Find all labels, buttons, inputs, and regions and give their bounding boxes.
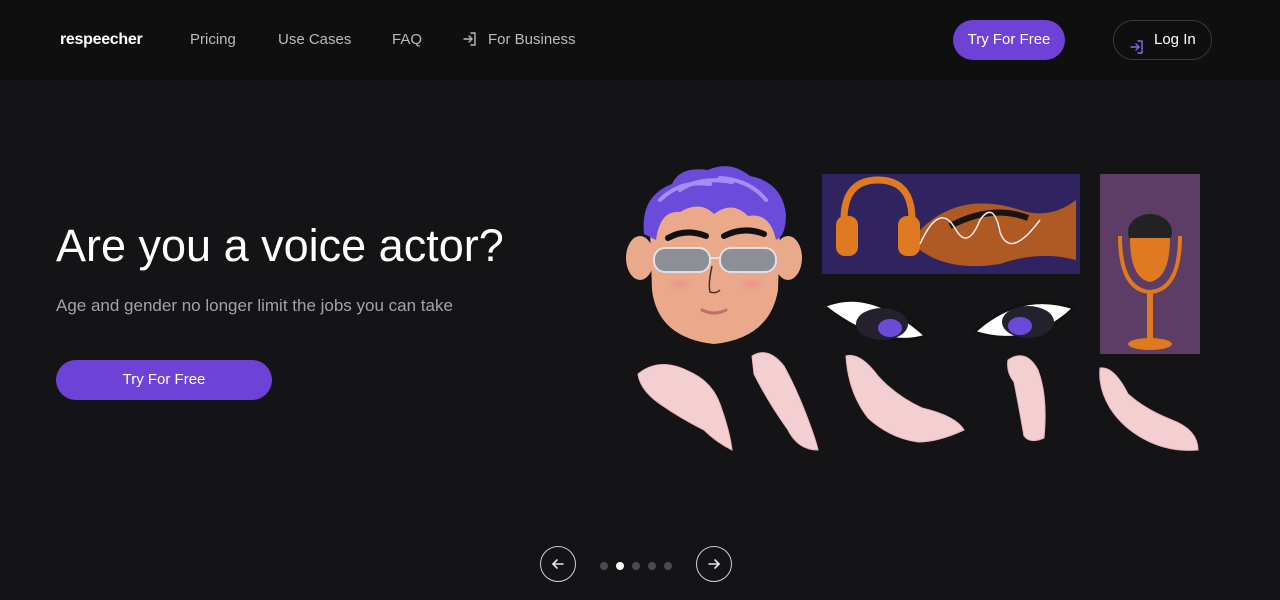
nav-item-use-cases[interactable]: Use Cases — [278, 30, 351, 50]
carousel-prev-button[interactable] — [540, 546, 576, 582]
hero-try-for-free-button[interactable]: Try For Free — [56, 360, 272, 400]
nav-item-label: Use Cases — [278, 31, 352, 48]
carousel-dot-active[interactable] — [616, 562, 624, 570]
eyes-illustration — [821, 298, 1077, 341]
nav-item-label: Pricing — [190, 31, 236, 48]
carousel-dot[interactable] — [648, 562, 656, 570]
nav-item-label: For Business — [488, 31, 576, 48]
carousel-next-button[interactable] — [696, 546, 732, 582]
arrow-right-icon — [708, 559, 720, 569]
header: respeecher Pricing Use Cases FAQ For Bus… — [0, 0, 1280, 80]
login-button[interactable]: Log In — [1113, 20, 1212, 60]
face-illustration — [626, 166, 802, 344]
hero-subtitle: Age and gender no longer limit the jobs … — [56, 296, 453, 315]
microphone-panel — [1100, 174, 1200, 354]
nav-item-pricing[interactable]: Pricing — [190, 30, 236, 50]
try-for-free-button[interactable]: Try For Free — [953, 20, 1065, 60]
login-arrow-icon — [462, 31, 478, 53]
nav-item-for-business[interactable]: For Business — [462, 30, 576, 50]
arrow-left-icon — [552, 559, 564, 569]
hero-title: Are you a voice actor? — [56, 220, 504, 271]
nav-item-label: FAQ — [392, 31, 423, 48]
voice-actor-illustration — [626, 166, 1200, 451]
carousel-dot[interactable] — [664, 562, 672, 570]
nav-item-faq[interactable]: FAQ — [392, 30, 422, 50]
headphones-panel — [822, 174, 1080, 274]
carousel-dot[interactable] — [600, 562, 608, 570]
logo[interactable]: respeecher — [60, 30, 143, 50]
hands-illustration — [637, 352, 1199, 451]
login-arrow-icon — [1129, 32, 1145, 70]
login-label: Log In — [1154, 31, 1196, 48]
carousel-dot[interactable] — [632, 562, 640, 570]
